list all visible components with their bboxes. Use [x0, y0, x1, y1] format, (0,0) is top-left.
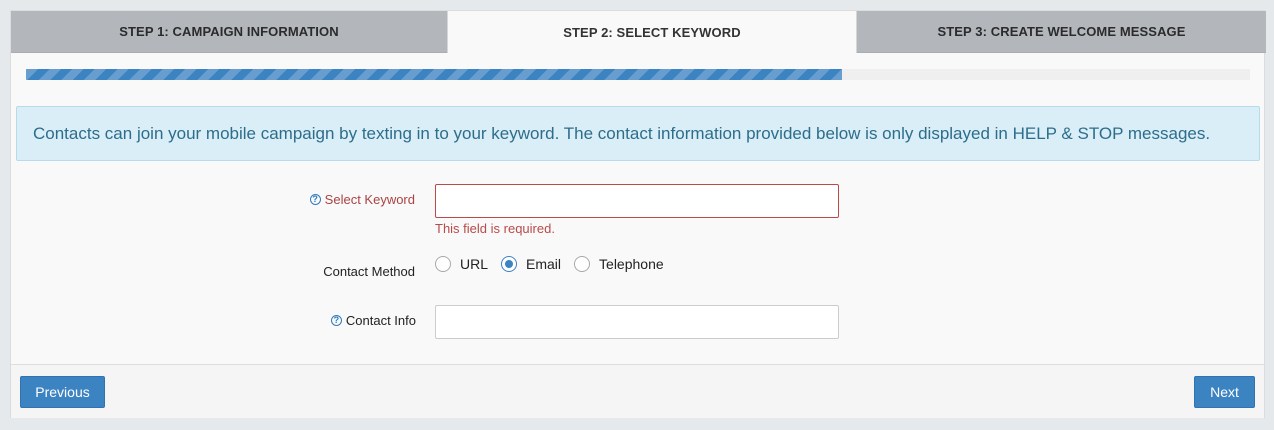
radio-email-circle[interactable] [501, 256, 518, 272]
contact-info-label: ? Contact Info [116, 311, 416, 329]
wizard-footer: Previous Next [11, 364, 1264, 418]
radio-email[interactable]: Email [501, 256, 561, 272]
radio-url[interactable]: URL [435, 256, 488, 272]
radio-telephone[interactable]: Telephone [574, 256, 664, 272]
contact-info-label-text: Contact Info [345, 312, 416, 328]
keyword-label: ? Select Keyword [115, 190, 415, 208]
previous-button[interactable]: Previous [20, 376, 105, 408]
keyword-input[interactable] [435, 184, 839, 218]
contact-method-radio-group: URL Email Telephone [435, 256, 677, 272]
radio-url-label: URL [460, 256, 489, 272]
info-alert: Contacts can join your mobile campaign b… [16, 106, 1260, 161]
wizard-panel: STEP 1: CAMPAIGN INFORMATION STEP 2: SEL… [10, 10, 1266, 418]
progress-bar [26, 69, 1250, 80]
progress-fill [26, 69, 843, 80]
contact-method-label-text: Contact Method [323, 263, 415, 279]
keyword-label-text: Select Keyword [324, 191, 415, 207]
tab-step-2[interactable]: STEP 2: SELECT KEYWORD [447, 11, 857, 53]
contact-info-input[interactable] [435, 305, 839, 339]
info-alert-text: Contacts can join your mobile campaign b… [33, 123, 1211, 143]
radio-telephone-circle[interactable] [574, 256, 591, 272]
keyword-error: This field is required. [435, 221, 555, 236]
tab-step-3[interactable]: STEP 3: CREATE WELCOME MESSAGE [857, 11, 1266, 53]
next-button[interactable]: Next [1194, 376, 1255, 408]
question-circle-icon[interactable]: ? [309, 193, 321, 205]
radio-email-label: Email [526, 256, 562, 272]
contact-method-label: Contact Method [115, 262, 415, 280]
radio-url-circle[interactable] [435, 256, 451, 272]
radio-telephone-label: Telephone [599, 256, 664, 272]
question-circle-icon[interactable]: ? [330, 314, 342, 326]
step-tabs: STEP 1: CAMPAIGN INFORMATION STEP 2: SEL… [11, 11, 1266, 53]
tab-step-1[interactable]: STEP 1: CAMPAIGN INFORMATION [11, 11, 447, 53]
